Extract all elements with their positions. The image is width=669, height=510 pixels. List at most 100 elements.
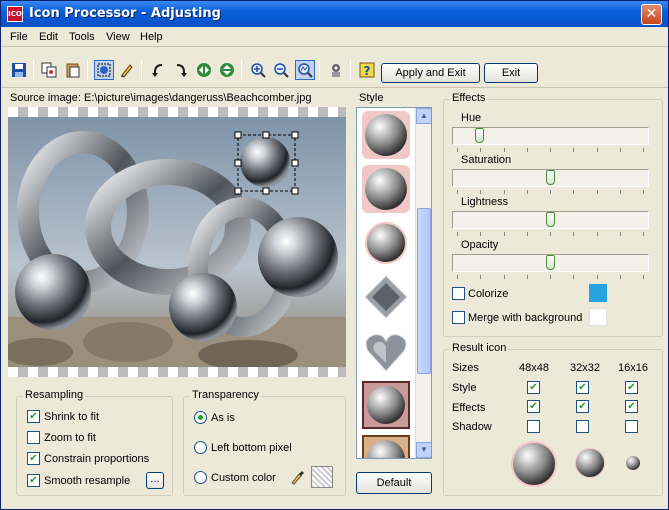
menu-tools[interactable]: Tools [69, 31, 95, 43]
default-button[interactable]: Default [356, 472, 432, 494]
colorize-checkbox[interactable] [452, 287, 465, 300]
slider-tick [550, 148, 551, 152]
zoom-out-icon[interactable] [271, 60, 291, 80]
lightness-slider-thumb[interactable] [546, 212, 555, 227]
zoom-to-fit-checkbox[interactable] [27, 431, 40, 444]
style-thumbnail[interactable] [362, 273, 410, 321]
style-list-scrollbar[interactable]: ▲ ▼ [415, 108, 431, 458]
slider-tick [527, 232, 528, 236]
style-thumbnail[interactable] [362, 381, 410, 429]
copy-icon[interactable] [39, 60, 59, 80]
effects-48-checkbox[interactable]: ✔ [527, 400, 540, 413]
flip-horizontal-icon[interactable] [194, 60, 214, 80]
style-48-checkbox[interactable]: ✔ [527, 381, 540, 394]
transparency-checker-bottom [8, 367, 346, 377]
hue-label: Hue [461, 112, 482, 124]
zoom-in-icon[interactable] [248, 60, 268, 80]
menu-view[interactable]: View [106, 31, 130, 43]
style-thumbnail[interactable] [362, 165, 410, 213]
help-icon[interactable]: ? [357, 60, 377, 80]
result-icon-32-preview [575, 448, 605, 478]
transparency-title: Transparency [190, 389, 261, 401]
scroll-up-icon[interactable]: ▲ [416, 108, 431, 124]
constrain-proportions-checkbox[interactable]: ✔ [27, 452, 40, 465]
menu-bar: File Edit Tools View Help [1, 27, 668, 47]
slider-tick [480, 275, 481, 279]
style-preview-ball [367, 440, 405, 458]
saturation-slider-thumb[interactable] [546, 170, 555, 185]
transparency-checker-top [8, 107, 346, 117]
lightness-slider[interactable] [452, 211, 649, 236]
menu-file[interactable]: File [10, 31, 28, 43]
hue-slider-thumb[interactable] [475, 128, 484, 143]
save-icon[interactable] [9, 60, 29, 80]
slider-tick [504, 232, 505, 236]
constrain-proportions-label: Constrain proportions [44, 453, 150, 465]
slider-tick [643, 232, 644, 236]
pen-icon[interactable] [117, 60, 137, 80]
style-thumbnail[interactable] [362, 327, 410, 375]
exit-button[interactable]: Exit [484, 63, 538, 83]
menu-edit[interactable]: Edit [39, 31, 58, 43]
lightness-label: Lightness [461, 196, 509, 208]
shadow-48-checkbox[interactable] [527, 420, 540, 433]
eyedropper-icon[interactable] [288, 468, 306, 486]
as-is-label: As is [211, 412, 235, 424]
style-16-checkbox[interactable]: ✔ [625, 381, 638, 394]
rotate-right-icon[interactable] [171, 60, 191, 80]
colorize-color-swatch[interactable] [589, 284, 607, 302]
style-thumbnail[interactable] [362, 219, 410, 267]
style-thumbnail[interactable] [362, 435, 410, 458]
custom-color-swatch[interactable] [311, 466, 333, 488]
opacity-slider-thumb[interactable] [546, 255, 555, 270]
background-color-swatch[interactable] [589, 308, 607, 326]
select-icon[interactable] [94, 60, 114, 80]
scroll-thumb[interactable] [417, 208, 431, 374]
style-thumbnail[interactable] [362, 111, 410, 159]
opacity-slider[interactable] [452, 254, 649, 279]
close-button[interactable]: ✕ [641, 4, 662, 25]
resample-options-button[interactable]: ... [146, 472, 164, 489]
flip-vertical-icon[interactable] [217, 60, 237, 80]
shrink-to-fit-label: Shrink to fit [44, 411, 100, 423]
slider-tick [527, 275, 528, 279]
left-bottom-pixel-radio[interactable] [194, 441, 207, 454]
result-shadow-label: Shadow [452, 421, 492, 433]
colorize-label: Colorize [468, 288, 509, 300]
as-is-radio[interactable] [194, 411, 207, 424]
shadow-16-checkbox[interactable] [625, 420, 638, 433]
source-image-canvas[interactable] [8, 107, 346, 377]
saturation-slider[interactable] [452, 169, 649, 194]
style-list[interactable]: ▲ ▼ [356, 107, 432, 459]
scroll-down-icon[interactable]: ▼ [416, 442, 431, 458]
custom-color-radio[interactable] [194, 471, 207, 484]
shadow-32-checkbox[interactable] [576, 420, 589, 433]
slider-tick [643, 275, 644, 279]
slider-tick [550, 190, 551, 194]
toolbar-separator [33, 60, 34, 80]
hue-slider[interactable] [452, 127, 649, 152]
merge-with-background-label: Merge with background [468, 312, 583, 324]
sizes-label: Sizes [452, 362, 479, 374]
merge-with-background-checkbox[interactable] [452, 311, 465, 324]
paste-icon[interactable] [63, 60, 83, 80]
slider-tick [643, 190, 644, 194]
title-bar[interactable]: ICO Icon Processor - Adjusting ✕ [1, 1, 668, 27]
result-icon-16-preview [626, 456, 640, 470]
resampling-title: Resampling [23, 389, 86, 401]
style-32-checkbox[interactable]: ✔ [576, 381, 589, 394]
menu-help[interactable]: Help [140, 31, 163, 43]
toolbar-separator [350, 60, 351, 80]
effects-16-checkbox[interactable]: ✔ [625, 400, 638, 413]
shrink-to-fit-checkbox[interactable]: ✔ [27, 410, 40, 423]
zoom-fit-icon[interactable] [295, 60, 315, 80]
apply-and-exit-button[interactable]: Apply and Exit [381, 63, 480, 83]
rotate-left-icon[interactable] [148, 60, 168, 80]
slider-tick [504, 275, 505, 279]
slider-tick [620, 232, 621, 236]
slider-tick [550, 275, 551, 279]
effects-32-checkbox[interactable]: ✔ [576, 400, 589, 413]
smooth-resample-checkbox[interactable]: ✔ [27, 474, 40, 487]
left-bottom-pixel-label: Left bottom pixel [211, 442, 292, 454]
settings-icon[interactable] [326, 60, 346, 80]
